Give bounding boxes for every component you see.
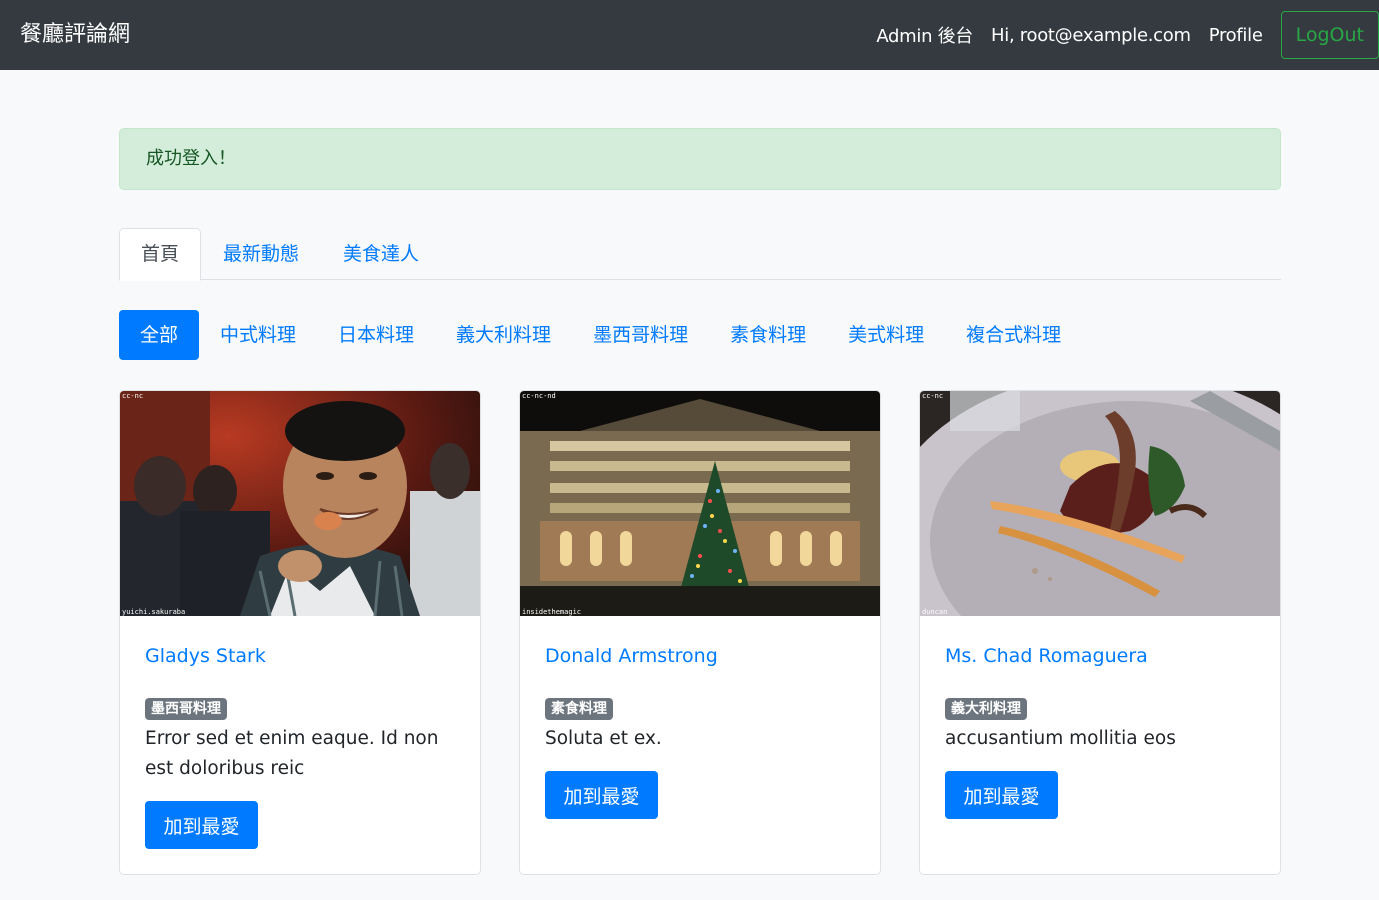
category-badge: 墨西哥料理: [145, 698, 227, 720]
tab-feeds[interactable]: 最新動態: [201, 228, 321, 280]
restaurant-description: Soluta et ex.: [545, 728, 662, 749]
tab-home[interactable]: 首頁: [119, 228, 202, 281]
restaurant-name-link[interactable]: Ms. Chad Romaguera: [945, 645, 1148, 667]
image-credit-top: cc-nc-nd: [522, 392, 556, 400]
restaurant-image[interactable]: cc-nc yuichi.sakuraba: [120, 391, 480, 616]
restaurant-image[interactable]: cc-nc duncan: [920, 391, 1280, 616]
image-credit-top: cc-nc: [922, 392, 943, 400]
user-greeting: Hi, root@example.com: [991, 24, 1191, 46]
category-vegetarian[interactable]: 素食料理: [709, 310, 827, 360]
success-alert: 成功登入！: [119, 128, 1281, 190]
restaurant-image[interactable]: cc-nc-nd insidethemagic: [520, 391, 880, 616]
brand-link[interactable]: 餐廳評論網: [20, 17, 130, 53]
category-italian[interactable]: 義大利料理: [435, 310, 572, 360]
category-american[interactable]: 美式料理: [827, 310, 945, 360]
category-fusion[interactable]: 複合式料理: [945, 310, 1082, 360]
restaurant-description: accusantium mollitia eos: [945, 728, 1176, 749]
top-navbar: 餐廳評論網 Admin 後台 Hi, root@example.com Prof…: [0, 0, 1379, 70]
alert-message: 成功登入！: [146, 148, 236, 169]
image-credit-bottom: duncan: [922, 608, 947, 616]
navbar-links: Admin 後台 Hi, root@example.com Profile Lo…: [876, 11, 1379, 59]
image-credit-bottom: yuichi.sakuraba: [122, 608, 185, 616]
profile-link[interactable]: Profile: [1209, 25, 1263, 46]
tab-top-users[interactable]: 美食達人: [321, 228, 441, 280]
restaurant-card: cc-nc duncan Ms. Chad Romaguera 義大利料理 ac…: [919, 390, 1281, 875]
restaurant-card: cc-nc yuichi.sakuraba Gladys Stark 墨西哥料理…: [119, 390, 481, 875]
logout-button[interactable]: LogOut: [1280, 11, 1379, 59]
add-favorite-button[interactable]: 加到最愛: [945, 771, 1058, 819]
restaurant-card: cc-nc-nd insidethemagic Donald Armstrong…: [519, 390, 881, 875]
category-all[interactable]: 全部: [119, 310, 200, 360]
image-credit-bottom: insidethemagic: [522, 608, 581, 616]
restaurant-name-link[interactable]: Donald Armstrong: [545, 645, 718, 667]
man-eating-photo: cc-nc yuichi.sakuraba: [120, 391, 480, 616]
category-badge: 義大利料理: [945, 698, 1027, 720]
image-credit-top: cc-nc: [122, 392, 143, 400]
plated-food-photo: cc-nc duncan: [920, 391, 1280, 616]
category-pills: 全部 中式料理 日本料理 義大利料理 墨西哥料理 素食料理 美式料理 複合式料理: [119, 310, 1082, 360]
main-tabs: 首頁 最新動態 美食達人: [119, 228, 1281, 281]
category-badge: 素食料理: [545, 698, 613, 720]
category-japanese[interactable]: 日本料理: [317, 310, 435, 360]
add-favorite-button[interactable]: 加到最愛: [145, 801, 258, 849]
hotel-christmas-tree-photo: cc-nc-nd insidethemagic: [520, 391, 880, 616]
restaurant-name-link[interactable]: Gladys Stark: [145, 645, 266, 667]
category-chinese[interactable]: 中式料理: [199, 310, 317, 360]
admin-link[interactable]: Admin 後台: [876, 22, 973, 48]
restaurant-description: Error sed et enim eaque. Id non est dolo…: [145, 728, 439, 779]
category-mexican[interactable]: 墨西哥料理: [572, 310, 709, 360]
add-favorite-button[interactable]: 加到最愛: [545, 771, 658, 819]
